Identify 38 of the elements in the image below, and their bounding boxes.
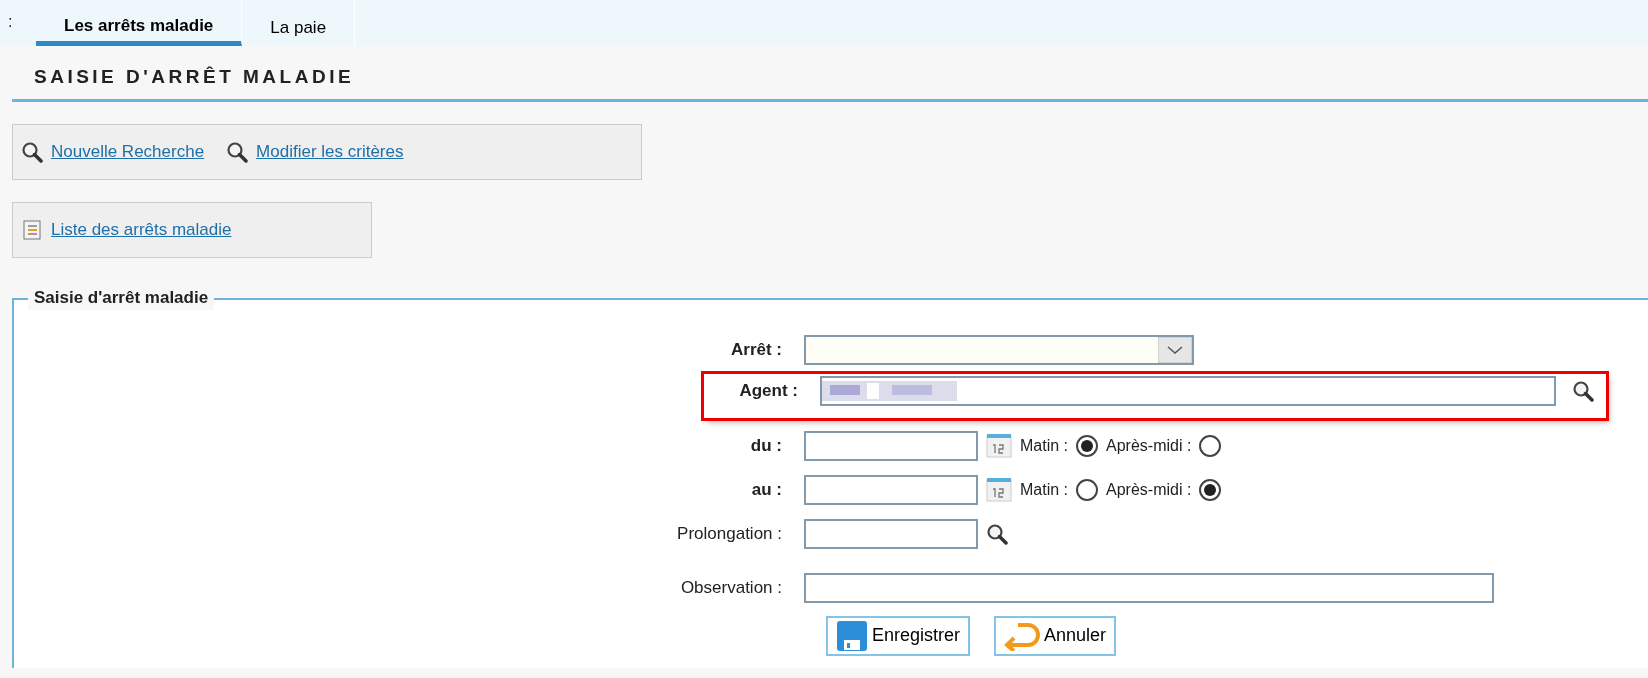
radio-label: Après-midi : (1106, 435, 1192, 456)
form-button[interactable]: Annuler (994, 615, 1117, 656)
link[interactable]: Liste des arrêts maladie (51, 217, 232, 243)
radio-button[interactable] (1199, 434, 1222, 457)
link[interactable]: Nouvelle Recherche (51, 139, 205, 165)
search-icon (986, 522, 1008, 545)
radio-button[interactable] (1199, 478, 1222, 501)
calendar-icon[interactable] (986, 432, 1012, 459)
field-label: Observation : (679, 577, 783, 600)
input-field[interactable] (820, 375, 1556, 406)
page-title: SAISIE D'ARRÊT MALADIE (12, 46, 1648, 102)
search-icon (226, 140, 249, 163)
field-label: Agent : (738, 380, 799, 403)
input-field[interactable] (804, 518, 978, 549)
search-icon (1572, 379, 1594, 402)
radio-label: Après-midi : (1106, 479, 1192, 500)
radio-label: Matin : (1020, 435, 1068, 456)
field-label: Arrêt : (730, 339, 783, 362)
search-icon (21, 140, 43, 163)
radio-label: Matin : (1020, 479, 1068, 500)
undo-arrow-icon (1004, 620, 1041, 651)
date-field[interactable] (804, 430, 978, 461)
tab-fragment: : (8, 12, 14, 32)
document-list-icon (21, 218, 43, 241)
input-field[interactable] (804, 572, 1494, 603)
radio-button[interactable] (1076, 434, 1098, 457)
tab[interactable]: La paie (242, 0, 356, 46)
chevron-down-icon (1158, 336, 1192, 363)
date-field[interactable] (804, 474, 978, 505)
field-label: Prolongation : (676, 523, 783, 546)
calendar-icon[interactable] (986, 476, 1012, 503)
form-button[interactable]: Enregistrer (826, 615, 971, 656)
tab[interactable]: Les arrêts maladie (36, 0, 243, 46)
link[interactable]: Modifier les critères (256, 139, 404, 165)
radio-button[interactable] (1076, 478, 1098, 501)
field-label: au : (750, 479, 783, 502)
dropdown[interactable] (804, 334, 1194, 365)
field-label: du : (749, 435, 783, 458)
